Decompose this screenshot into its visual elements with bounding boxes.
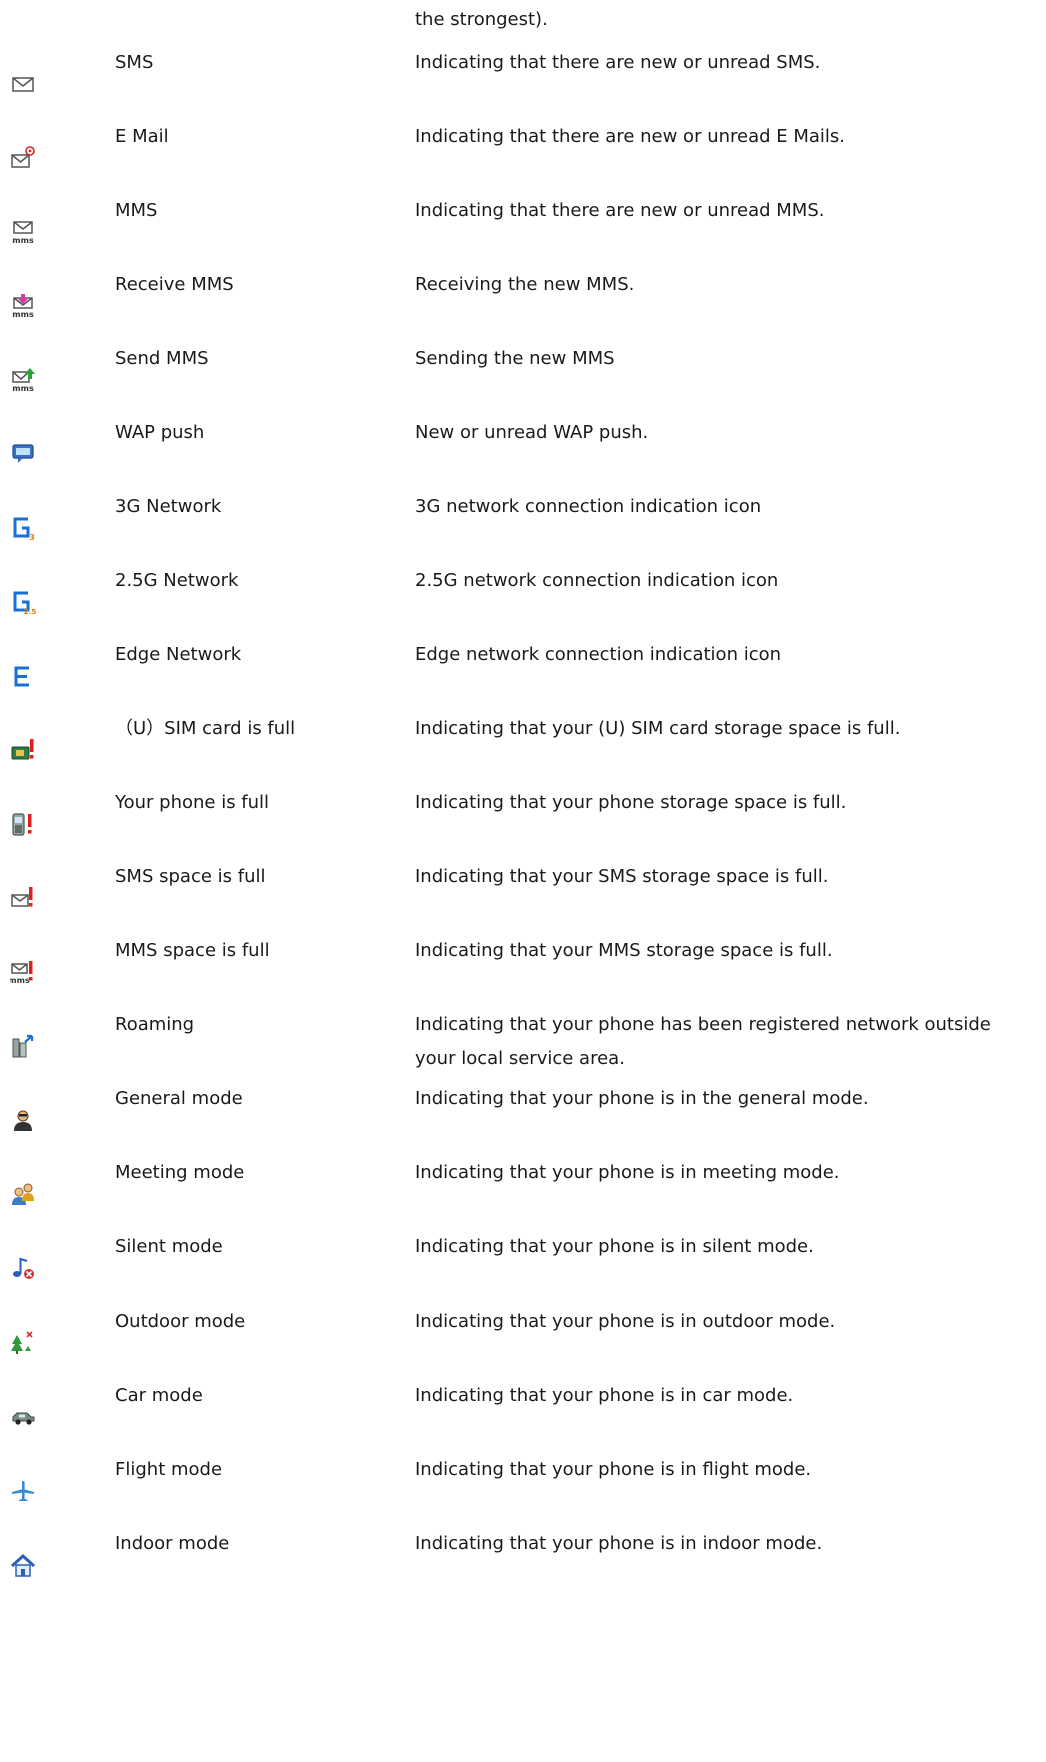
sms-full-icon	[10, 885, 36, 911]
mms-full-icon: mms	[10, 959, 36, 985]
sim-full-icon	[10, 737, 36, 763]
row-description: Indicating that your phone is in indoor …	[415, 1533, 823, 1554]
row-name: General mode	[115, 1088, 243, 1109]
row-description: 3G network connection indication icon	[415, 496, 762, 517]
row-description: Indicating that there are new or unread …	[415, 52, 821, 73]
row-description: Indicating that your MMS storage space i…	[415, 940, 833, 961]
row-name: 3G Network	[115, 496, 222, 517]
row-name: （U）SIM card is full	[115, 718, 296, 739]
svg-text:mms: mms	[10, 976, 30, 985]
svg-text:2.5: 2.5	[24, 608, 36, 615]
edge-network-icon	[10, 663, 36, 689]
network-25g-icon: 2.5	[10, 589, 36, 615]
row-name: Car mode	[115, 1385, 203, 1406]
row-name: Flight mode	[115, 1459, 223, 1480]
svg-text:mms: mms	[12, 384, 34, 393]
flight-mode-icon	[10, 1478, 36, 1504]
row-name: MMS	[115, 200, 158, 221]
row-description: Indicating that your phone is in the gen…	[415, 1088, 869, 1109]
car-mode-icon	[10, 1404, 36, 1430]
row-name: Send MMS	[115, 348, 209, 369]
row-name: Roaming	[115, 1014, 195, 1035]
row-name: MMS space is full	[115, 940, 270, 961]
row-description: Indicating that there are new or unread …	[415, 126, 846, 147]
row-name: WAP push	[115, 422, 205, 443]
row-description: Indicating that your phone is in meeting…	[415, 1162, 840, 1183]
row-description: Receiving the new MMS.	[415, 274, 635, 295]
network-3g-icon: 3	[10, 515, 36, 541]
row-name: Meeting mode	[115, 1162, 245, 1183]
row-description: Sending the new MMS	[415, 348, 615, 369]
row-description: Indicating that your phone storage space…	[415, 792, 847, 813]
indoor-mode-icon	[10, 1552, 36, 1578]
row-name: 2.5G Network	[115, 570, 239, 591]
roaming-icon	[10, 1033, 36, 1059]
row-name: Outdoor mode	[115, 1311, 246, 1332]
envelope-icon	[10, 71, 36, 97]
row-description: Indicating that your (U) SIM card storag…	[415, 718, 901, 739]
meeting-mode-icon	[10, 1181, 36, 1207]
row-description: Indicating that your phone is in flight …	[415, 1459, 812, 1480]
general-mode-icon	[10, 1107, 36, 1133]
phone-full-icon	[10, 811, 36, 837]
row-description: Indicating that your SMS storage space i…	[415, 866, 829, 887]
row-description: New or unread WAP push.	[415, 422, 649, 443]
row-name: Indoor mode	[115, 1533, 230, 1554]
row-name: SMS	[115, 52, 154, 73]
row-name: E Mail	[115, 126, 169, 147]
row-name: Silent mode	[115, 1236, 223, 1257]
svg-text:mms: mms	[12, 310, 34, 319]
mms-send-icon: mms	[10, 367, 36, 393]
mms-receive-icon: mms	[10, 293, 36, 319]
icon-row: Indoor mode Indicating that your phone i…	[0, 1532, 1046, 1614]
wap-push-icon	[10, 441, 36, 467]
row-name: SMS space is full	[115, 866, 266, 887]
mms-envelope-icon: mms	[10, 219, 36, 245]
row-description: Edge network connection indication icon	[415, 644, 782, 665]
continuation-text: the strongest).	[415, 9, 548, 30]
row-name: Your phone is full	[115, 792, 270, 813]
row-name: Edge Network	[115, 644, 242, 665]
silent-mode-icon	[10, 1255, 36, 1281]
row-description: Indicating that your phone has been regi…	[415, 1014, 991, 1069]
row-description: 2.5G network connection indication icon	[415, 570, 779, 591]
row-description: Indicating that there are new or unread …	[415, 200, 825, 221]
outdoor-mode-icon	[10, 1330, 36, 1356]
email-at-icon	[10, 145, 36, 171]
svg-text:mms: mms	[12, 236, 34, 245]
row-description: Indicating that your phone is in outdoor…	[415, 1311, 836, 1332]
row-description: Indicating that your phone is in car mod…	[415, 1385, 794, 1406]
svg-text:3: 3	[29, 533, 35, 541]
row-name: Receive MMS	[115, 274, 234, 295]
row-description: Indicating that your phone is in silent …	[415, 1236, 814, 1257]
